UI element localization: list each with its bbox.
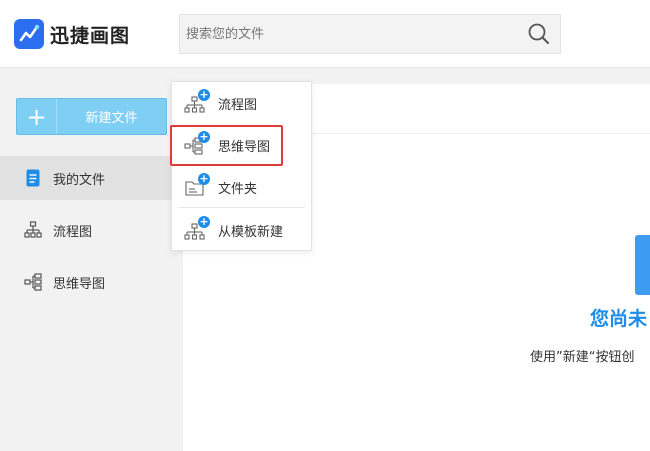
document-icon: [24, 169, 42, 187]
sidebar-item-mindmap[interactable]: 思维导图: [0, 260, 183, 304]
plus-badge-icon: +: [198, 88, 210, 101]
dropdown-divider: [178, 207, 305, 208]
sidebar-item-flowchart[interactable]: 流程图: [0, 208, 183, 252]
dropdown-item-from-template[interactable]: + 从模板新建: [172, 209, 311, 251]
empty-state-illustration: [635, 235, 650, 295]
empty-state-hint: 使用”新建“按钮创: [530, 350, 635, 365]
plus-badge-icon: +: [198, 215, 210, 228]
dropdown-item-label: 从模板新建: [218, 224, 284, 240]
dropdown-item-flowchart[interactable]: + 流程图: [172, 82, 311, 124]
mindmap-icon: [24, 273, 42, 291]
folder-add-icon: +: [184, 172, 210, 198]
plus-badge-icon: +: [198, 130, 210, 143]
flowchart-add-icon: +: [184, 88, 210, 114]
empty-state-title: 您尚未: [590, 308, 648, 330]
sidebar-item-label: 思维导图: [53, 276, 106, 292]
mindmap-add-icon: +: [184, 130, 210, 156]
search-button[interactable]: [518, 15, 560, 53]
dropdown-item-mindmap[interactable]: + 思维导图: [172, 124, 311, 166]
new-file-dropdown: + 流程图 + 思维导图 + 文件夹 + 从模板新建: [171, 81, 312, 251]
dropdown-item-label: 流程图: [218, 97, 258, 113]
template-add-icon: +: [184, 215, 210, 241]
new-file-label: 新建文件: [85, 111, 138, 126]
sidebar-item-label: 我的文件: [53, 172, 106, 188]
search-bar: [179, 14, 561, 54]
dropdown-item-label: 思维导图: [218, 139, 271, 155]
app-title: 迅捷画图: [50, 24, 131, 47]
search-input[interactable]: [180, 15, 518, 53]
search-icon: [528, 23, 549, 44]
new-file-button[interactable]: + 新建文件: [16, 98, 167, 135]
plus-badge-icon: +: [198, 172, 210, 185]
dropdown-item-folder[interactable]: + 文件夹: [172, 166, 311, 208]
top-header: 迅捷画图: [0, 0, 650, 68]
dropdown-item-label: 文件夹: [218, 181, 258, 197]
flowchart-icon: [24, 221, 42, 239]
plus-icon: +: [17, 99, 57, 134]
sidebar-item-label: 流程图: [53, 224, 93, 240]
sidebar: + 新建文件 我的文件 流程图 思维导图: [0, 69, 183, 451]
logo-mark-icon: [14, 19, 44, 49]
sidebar-item-my-files[interactable]: 我的文件: [0, 156, 183, 200]
app-logo[interactable]: 迅捷画图: [14, 17, 134, 51]
